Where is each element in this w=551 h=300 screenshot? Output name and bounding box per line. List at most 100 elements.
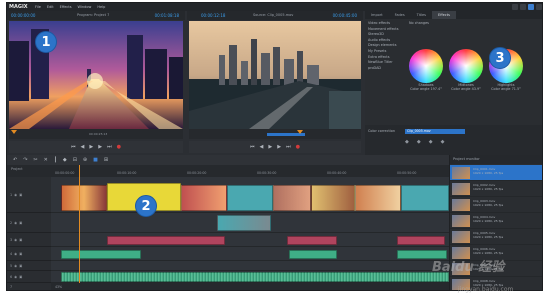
visibility-icon[interactable]: ◉ xyxy=(14,275,17,279)
program-scrub-bar[interactable]: 00:00:25:13 xyxy=(9,129,183,139)
tab-titles[interactable]: Titles xyxy=(411,11,432,19)
title-clip[interactable] xyxy=(107,236,225,245)
snap-icon[interactable]: ⊟ xyxy=(73,157,77,163)
shadows-color-wheel[interactable] xyxy=(409,49,443,83)
preset-label[interactable]: No changes xyxy=(409,21,429,25)
audio-clip[interactable] xyxy=(289,250,337,259)
video-clip[interactable] xyxy=(217,215,271,231)
video-clip[interactable] xyxy=(311,185,355,211)
source-monitor-view[interactable] xyxy=(189,21,361,129)
keyframe-add-icon[interactable]: ◆ xyxy=(417,139,421,145)
next-frame-icon[interactable]: ▶ xyxy=(98,144,102,150)
effect-item-color-correction[interactable]: Color correction xyxy=(368,129,395,133)
source-record-icon[interactable]: ● xyxy=(296,144,300,150)
track-lane-3[interactable] xyxy=(51,233,449,247)
menu-edit[interactable]: Edit xyxy=(47,3,54,11)
video-clip[interactable] xyxy=(355,185,401,211)
layout-icon[interactable] xyxy=(512,4,518,10)
link-icon[interactable]: ⊕ xyxy=(83,157,87,163)
track-lane-4[interactable] xyxy=(51,247,449,261)
keyframe-next-icon[interactable]: ◆ xyxy=(429,139,433,145)
video-clip[interactable] xyxy=(401,185,449,211)
track-lane-1[interactable] xyxy=(51,177,449,213)
track-header-6[interactable]: 6 ◉ ▣ xyxy=(7,271,51,283)
lock-icon[interactable]: ▣ xyxy=(19,221,22,225)
title-clip[interactable] xyxy=(397,236,445,245)
tab-fades[interactable]: Fades xyxy=(389,11,411,19)
track-header-5[interactable]: 5 ◉ ▣ xyxy=(7,261,51,271)
menu-help[interactable]: Help xyxy=(97,3,105,11)
audio-clip[interactable] xyxy=(61,250,141,259)
track-header-3[interactable]: 3 ◉ ▣ xyxy=(7,233,51,247)
lock-icon[interactable]: ▣ xyxy=(19,238,22,242)
playhead-marker-icon[interactable] xyxy=(11,130,17,134)
lock-icon[interactable]: ▣ xyxy=(19,275,22,279)
lock-icon[interactable]: ▣ xyxy=(19,264,22,268)
source-playhead-icon[interactable] xyxy=(297,130,303,134)
media-info: 1920 x 1080, 25 fps xyxy=(473,251,504,255)
menu-window[interactable]: Window xyxy=(78,3,92,11)
prev-frame-icon[interactable]: ◀ xyxy=(81,144,85,150)
source-next-icon[interactable]: ▶ xyxy=(277,144,281,150)
marker-icon[interactable]: ◆ xyxy=(63,157,67,163)
track-header-2[interactable]: 2 ◉ ▣ xyxy=(7,213,51,233)
track-lane-5[interactable] xyxy=(51,261,449,271)
help-icon[interactable] xyxy=(528,4,534,10)
forward-icon[interactable]: ⏭ xyxy=(107,144,112,150)
lock-icon[interactable]: ▣ xyxy=(19,193,22,197)
track-header-1[interactable]: 1 ◉ ▣ xyxy=(7,177,51,213)
record-icon[interactable]: ● xyxy=(117,144,121,150)
timeline-playhead[interactable] xyxy=(79,165,80,283)
visibility-icon[interactable]: ◉ xyxy=(14,238,17,242)
zoom-level[interactable]: 43% xyxy=(55,285,62,289)
media-item[interactable]: Clip_0005.mov 1920 x 1080, 25 fps xyxy=(450,229,542,245)
visibility-icon[interactable]: ◉ xyxy=(14,221,17,225)
title-clip[interactable] xyxy=(287,236,337,245)
undo-icon[interactable]: ↶ xyxy=(13,157,17,163)
media-item[interactable]: Clip_0001.mov 1920 x 1080, 25 fps xyxy=(450,165,542,181)
track-header-4[interactable]: 4 ◉ ▣ xyxy=(7,247,51,261)
video-clip[interactable] xyxy=(61,185,107,211)
play-icon[interactable]: ▶ xyxy=(89,144,93,150)
tab-effects[interactable]: Effects xyxy=(432,11,456,19)
callout-badge-2: 2 xyxy=(135,195,157,217)
effect-clip-bar[interactable]: Clip_0005.mov xyxy=(405,129,465,134)
lock-icon[interactable]: ▣ xyxy=(19,252,22,256)
redo-icon[interactable]: ↷ xyxy=(23,157,27,163)
cut-icon[interactable]: ✂ xyxy=(33,157,37,163)
keyframe-prev-icon[interactable]: ◆ xyxy=(405,139,409,145)
media-item[interactable]: Clip_0004.mov 1920 x 1080, 25 fps xyxy=(450,213,542,229)
visibility-icon[interactable]: ◉ xyxy=(14,264,17,268)
rewind-icon[interactable]: ⏮ xyxy=(71,144,76,150)
keyframe-delete-icon[interactable]: ◆ xyxy=(441,139,445,145)
source-scrub-bar[interactable] xyxy=(189,129,361,139)
source-rewind-icon[interactable]: ⏮ xyxy=(250,144,255,150)
menu-effects[interactable]: Effects xyxy=(60,3,72,11)
tab-import[interactable]: Import xyxy=(365,11,389,19)
visibility-icon[interactable]: ◉ xyxy=(14,252,17,256)
source-play-icon[interactable]: ▶ xyxy=(268,144,272,150)
source-forward-icon[interactable]: ⏭ xyxy=(286,144,291,150)
settings-icon[interactable] xyxy=(520,4,526,10)
visibility-icon[interactable]: ◉ xyxy=(14,193,17,197)
track-lane-2[interactable] xyxy=(51,213,449,233)
mouse-mode-icon[interactable]: ■ xyxy=(93,157,98,163)
video-clip[interactable] xyxy=(181,185,227,211)
zoom-in-icon[interactable]: ⊞ xyxy=(104,157,108,163)
source-prev-icon[interactable]: ◀ xyxy=(260,144,264,150)
track-lane-6[interactable] xyxy=(51,271,449,283)
video-clip[interactable] xyxy=(273,185,311,211)
wheel-shadows-group: Shadows Color angle 197.4° xyxy=(409,49,443,91)
midtones-color-wheel[interactable] xyxy=(449,49,483,83)
delete-icon[interactable]: ✕ xyxy=(44,157,48,163)
audio-waveform-clip[interactable] xyxy=(61,272,449,282)
media-item[interactable]: Clip_0003.mov 1920 x 1080, 25 fps xyxy=(450,197,542,213)
minimize-icon[interactable] xyxy=(536,4,542,10)
media-item[interactable]: Clip_0002.mov 1920 x 1080, 25 fps xyxy=(450,181,542,197)
track-header-7[interactable]: 7 xyxy=(7,283,51,290)
video-clip[interactable] xyxy=(227,185,273,211)
split-icon[interactable]: ┃ xyxy=(54,157,57,163)
menu-file[interactable]: File xyxy=(35,3,41,11)
category-item[interactable]: proDAD xyxy=(365,66,403,72)
timeline-ruler[interactable]: Project 00:00:00:00 00:00:10:00 00:00:20… xyxy=(7,165,449,177)
